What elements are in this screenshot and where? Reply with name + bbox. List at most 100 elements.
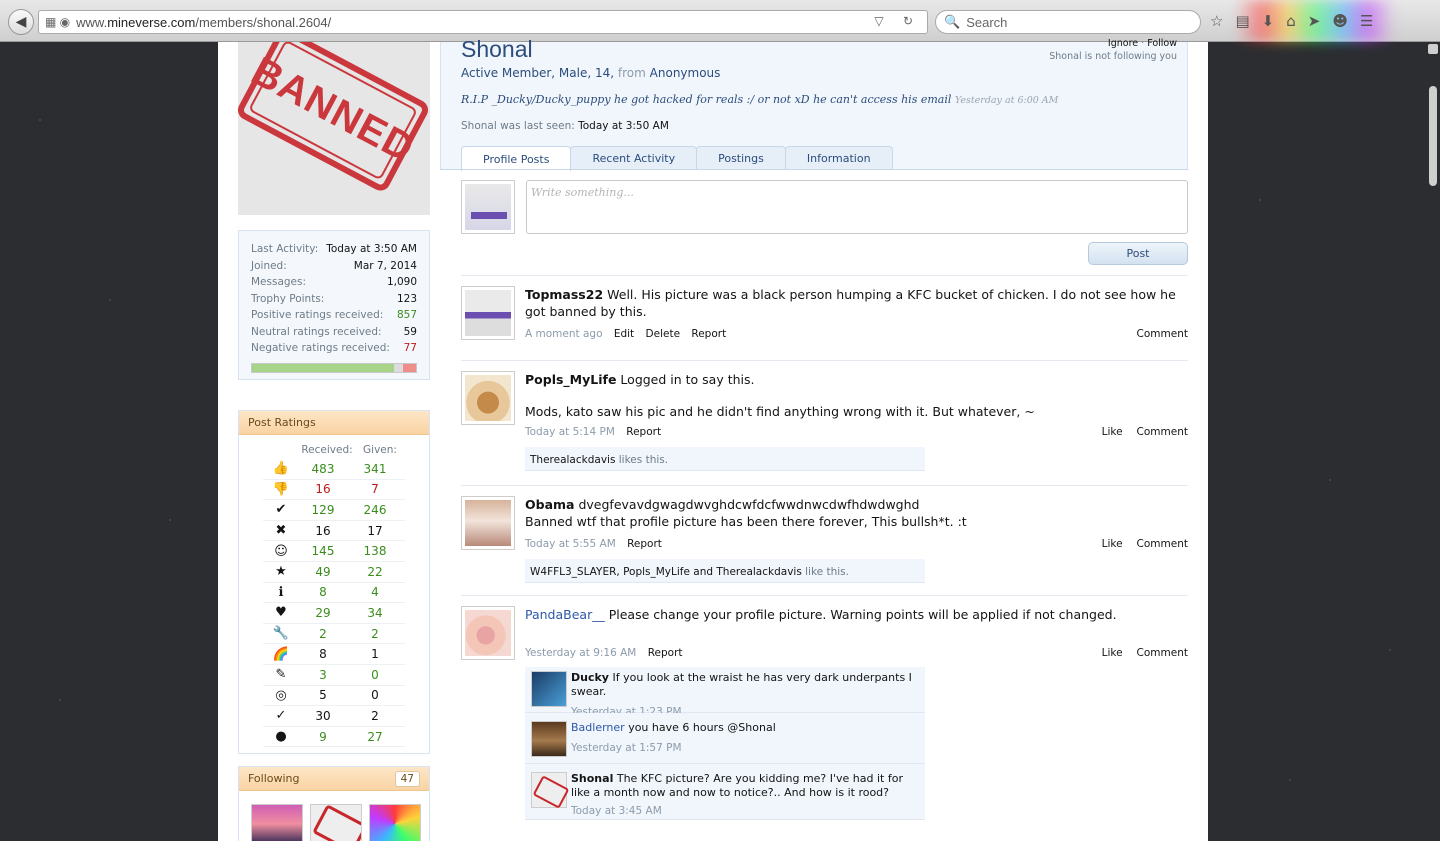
address-bar[interactable]: ▦ ◉ www. mineverse.com/members/shonal.260… xyxy=(38,10,928,34)
stat-value[interactable]: 1,090 xyxy=(387,276,417,288)
composer-avatar[interactable] xyxy=(461,180,515,234)
rating-received[interactable]: 8 xyxy=(299,585,347,599)
follow-link[interactable]: Follow xyxy=(1147,38,1177,49)
tab-recent-activity[interactable]: Recent Activity xyxy=(570,146,698,170)
post-time[interactable]: A moment ago xyxy=(525,328,603,340)
like-link[interactable]: Like xyxy=(1102,538,1123,550)
report-link[interactable]: Report xyxy=(648,647,683,659)
post-time[interactable]: Today at 5:14 PM xyxy=(525,426,615,438)
back-arrow-icon[interactable]: ◀ xyxy=(8,9,34,35)
status-time[interactable]: Yesterday at 6:00 AM xyxy=(955,95,1059,106)
reader-icon[interactable]: ▤ xyxy=(1235,12,1249,30)
scrollbar-thumb[interactable] xyxy=(1429,86,1437,186)
rating-given[interactable]: 22 xyxy=(347,565,403,579)
rating-received[interactable]: 129 xyxy=(299,503,347,517)
rating-given[interactable]: 2 xyxy=(347,627,403,641)
post-avatar[interactable] xyxy=(461,496,515,550)
post-author[interactable]: Obama xyxy=(525,497,574,512)
rating-given[interactable]: 0 xyxy=(347,688,403,702)
report-link[interactable]: Report xyxy=(626,426,661,438)
like-link[interactable]: Like xyxy=(1102,647,1123,659)
rating-received[interactable]: 16 xyxy=(299,482,347,496)
rating-received[interactable]: 29 xyxy=(299,606,347,620)
comment-avatar[interactable] xyxy=(531,772,567,808)
rating-received[interactable]: 30 xyxy=(299,709,347,723)
rating-given[interactable]: 2 xyxy=(347,709,403,723)
comment-link[interactable]: Comment xyxy=(1137,426,1188,438)
like-link[interactable]: Like xyxy=(1102,426,1123,438)
post-time[interactable]: Yesterday at 9:16 AM xyxy=(525,647,636,659)
user-location[interactable]: Anonymous xyxy=(650,66,721,80)
likes-names[interactable]: W4FFL3_SLAYER, Popls_MyLife and Thereala… xyxy=(530,566,802,578)
post-button[interactable]: Post xyxy=(1088,242,1188,265)
profile-avatar[interactable]: BANNED xyxy=(238,42,430,215)
rating-received[interactable]: 8 xyxy=(299,647,347,661)
comment-avatar[interactable] xyxy=(531,671,567,707)
rating-given[interactable]: 138 xyxy=(347,544,403,558)
rating-received[interactable]: 483 xyxy=(299,462,347,476)
rating-received[interactable]: 5 xyxy=(299,688,347,702)
rating-received[interactable]: 2 xyxy=(299,627,347,641)
rating-given[interactable]: 246 xyxy=(347,503,403,517)
comment-link[interactable]: Comment xyxy=(1137,647,1188,659)
comment-author[interactable]: Badlerner xyxy=(571,721,625,734)
comment-link[interactable]: Comment xyxy=(1137,538,1188,550)
rating-received[interactable]: 3 xyxy=(299,668,347,682)
bookmark-star-icon[interactable]: ☆ xyxy=(1210,12,1223,30)
rating-received[interactable]: 16 xyxy=(299,524,347,538)
send-icon[interactable]: ➤ xyxy=(1308,12,1321,30)
report-link[interactable]: Report xyxy=(691,328,726,340)
stat-value[interactable]: 123 xyxy=(397,293,417,305)
post-text: Logged in to say this. xyxy=(620,372,755,387)
home-icon[interactable]: ⌂ xyxy=(1286,12,1296,30)
rating-given[interactable]: 17 xyxy=(347,524,403,538)
post-author[interactable]: Topmass22 xyxy=(525,287,603,302)
rating-received[interactable]: 49 xyxy=(299,565,347,579)
comment-author[interactable]: Ducky xyxy=(571,671,609,684)
ignore-link[interactable]: Ignore xyxy=(1108,38,1138,49)
rating-received[interactable]: 9 xyxy=(299,730,347,744)
following-avatar[interactable] xyxy=(310,804,362,841)
post-author[interactable]: PandaBear__ xyxy=(525,607,605,622)
browser-search-input[interactable]: 🔍 Search xyxy=(935,10,1201,34)
last-seen-label: Shonal was last seen: xyxy=(461,120,575,132)
download-icon[interactable]: ⬇ xyxy=(1262,12,1275,30)
report-link[interactable]: Report xyxy=(627,538,662,550)
post-avatar[interactable] xyxy=(461,286,515,340)
tab-information[interactable]: Information xyxy=(784,146,893,170)
tab-profile-posts[interactable]: Profile Posts xyxy=(461,146,572,171)
rating-icon: ℹ xyxy=(278,584,284,600)
stat-value: 59 xyxy=(403,325,417,338)
reload-icon[interactable]: ▽ ↻ xyxy=(874,14,921,28)
profile-post-input[interactable]: Write something... xyxy=(526,180,1188,234)
likes-names[interactable]: Therealackdavis xyxy=(530,454,615,466)
comment-avatar[interactable] xyxy=(531,721,567,757)
following-avatar[interactable] xyxy=(251,804,303,841)
menu-icon[interactable]: ☰ xyxy=(1360,12,1373,30)
scroll-up-icon[interactable] xyxy=(1428,44,1438,54)
smiley-icon[interactable]: ☻ xyxy=(1332,12,1348,30)
rating-given[interactable]: 341 xyxy=(347,462,403,476)
tab-postings[interactable]: Postings xyxy=(696,146,786,170)
comment-time[interactable]: Today at 3:45 AM xyxy=(571,804,919,818)
comment-link[interactable]: Comment xyxy=(1137,328,1188,340)
rating-received[interactable]: 145 xyxy=(299,544,347,558)
post-avatar[interactable] xyxy=(461,371,515,425)
rating-given[interactable]: 0 xyxy=(347,668,403,682)
following-box: Following 47 xyxy=(238,766,430,841)
post-time[interactable]: Today at 5:55 AM xyxy=(525,538,616,550)
rating-given[interactable]: 27 xyxy=(347,730,403,744)
rating-given[interactable]: 4 xyxy=(347,585,403,599)
rating-given[interactable]: 34 xyxy=(347,606,403,620)
edit-link[interactable]: Edit xyxy=(614,328,634,340)
delete-link[interactable]: Delete xyxy=(646,328,681,340)
following-count[interactable]: 47 xyxy=(394,771,420,787)
rating-given[interactable]: 7 xyxy=(347,482,403,496)
rating-given[interactable]: 1 xyxy=(347,647,403,661)
post-author[interactable]: Popls_MyLife xyxy=(525,372,616,387)
rating-row: ℹ 84 xyxy=(263,583,405,604)
following-avatar[interactable] xyxy=(369,804,421,841)
comment-time[interactable]: Yesterday at 1:57 PM xyxy=(571,741,919,755)
post-avatar[interactable] xyxy=(461,606,515,660)
comment-author[interactable]: Shonal xyxy=(571,772,613,785)
